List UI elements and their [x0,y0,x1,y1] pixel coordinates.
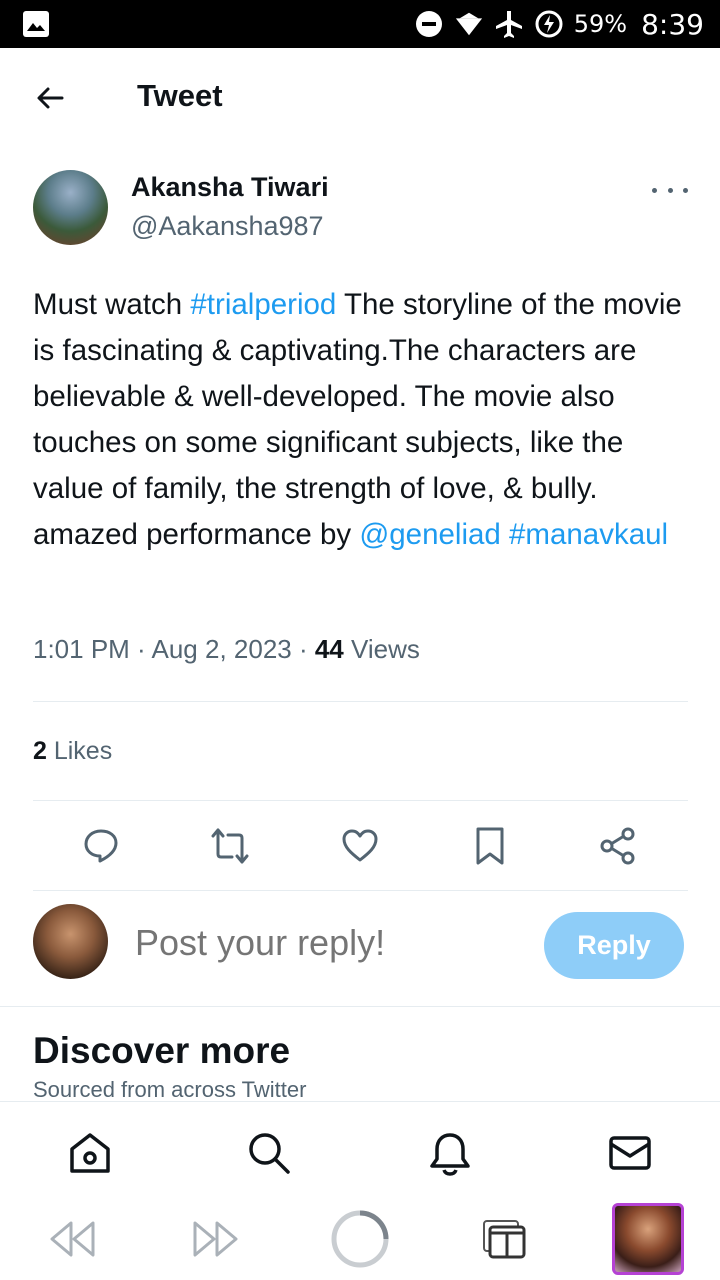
search-icon [249,1133,290,1174]
author-name[interactable]: Akansha Tiwari [131,172,329,203]
rewind-button[interactable] [42,1209,102,1269]
nav-search[interactable] [246,1130,292,1176]
my-avatar[interactable] [33,904,108,979]
tweet-date[interactable]: Aug 2, 2023 [152,634,292,664]
retweet-icon [211,828,249,864]
divider [33,890,688,891]
tweet-header: Tweet [0,48,720,148]
nav-messages[interactable] [607,1130,653,1176]
more-options-button[interactable] [652,178,688,202]
rewind-icon [50,1221,95,1257]
divider [0,1006,720,1007]
tweet-text: Must watch #trialperiod The storyline of… [33,282,693,558]
profile-thumbnail[interactable] [612,1203,684,1275]
home-icon [70,1133,110,1173]
battery-saver-icon [534,9,564,39]
mention-link[interactable]: @geneliad [359,518,501,551]
bookmark-action-button[interactable] [470,826,510,866]
retweet-action-button[interactable] [210,826,250,866]
arrow-left-icon [37,87,64,109]
nav-home[interactable] [67,1130,113,1176]
meta-separator: · [129,634,152,664]
bookmark-icon [476,827,504,865]
reply-button[interactable]: Reply [544,912,684,979]
tabs-button[interactable] [474,1209,534,1269]
views-label: Views [343,634,420,664]
share-action-button[interactable] [598,826,638,866]
airplane-icon [494,9,524,39]
hashtag-link[interactable]: #trialperiod [190,288,336,321]
dnd-icon [414,9,444,39]
like-action-button[interactable] [340,826,380,866]
hashtag-link[interactable]: #manavkaul [509,518,668,551]
heart-icon [342,829,378,862]
wifi-icon [454,9,484,39]
bell-icon [430,1133,470,1176]
likes-label: Likes [46,737,113,765]
reply-action-button[interactable] [81,826,121,866]
tweet-meta: 1:01 PM · Aug 2, 2023 · 44 Views [33,634,420,665]
loading-spinner-icon [331,1210,389,1268]
more-dots-icon [652,187,657,193]
mail-icon [609,1136,651,1170]
meta-separator: · [291,634,315,664]
divider [33,701,688,702]
browser-toolbar [0,1197,720,1280]
reply-input[interactable] [135,922,525,964]
reload-button[interactable] [330,1209,390,1269]
author-handle[interactable]: @Aakansha987 [131,211,324,242]
tabs-icon [483,1220,526,1259]
divider [33,800,688,801]
comment-icon [84,829,118,863]
tweet-text-segment [501,518,509,551]
status-bar: 59% 8:39 [0,0,720,48]
bottom-nav [0,1101,720,1197]
clock: 8:39 [641,7,704,41]
fast-forward-button[interactable] [186,1209,246,1269]
fast-forward-icon [193,1221,238,1257]
page-title: Tweet [137,78,223,113]
tweet-text-segment: Must watch [33,288,191,321]
discover-title: Discover more [33,1030,291,1071]
likes-count: 2 [33,737,47,765]
gallery-icon [22,10,50,38]
share-icon [600,827,635,865]
likes-stat[interactable]: 2 Likes [33,737,112,766]
discover-subtitle: Sourced from across Twitter [33,1077,307,1102]
nav-notifications[interactable] [427,1130,473,1176]
back-button[interactable] [30,78,70,118]
tweet-text-segment: The storyline of the movie is fascinatin… [33,288,682,551]
battery-level: 59% [573,10,628,38]
views-count: 44 [314,634,344,664]
author-avatar[interactable] [33,170,108,245]
tweet-time[interactable]: 1:01 PM [33,634,130,664]
